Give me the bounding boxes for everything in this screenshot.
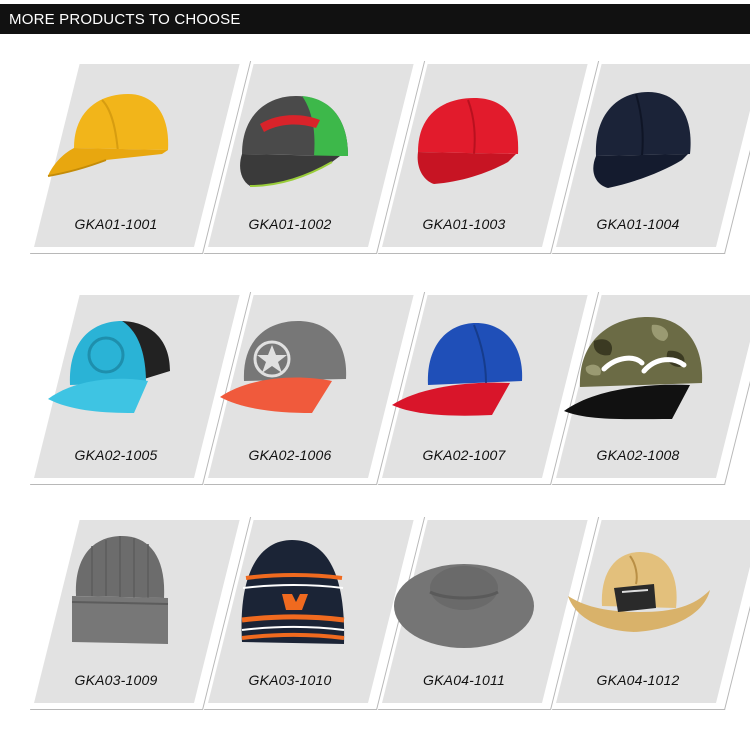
product-card[interactable]: GKA02-1006 (202, 291, 426, 493)
product-card[interactable]: GKA02-1005 (28, 291, 252, 493)
camo-cali-snapback-icon (564, 317, 703, 420)
striped-beanie-icon (241, 540, 345, 644)
product-card[interactable]: GKA03-1010 (202, 516, 426, 718)
grey-beanie-icon (71, 536, 169, 644)
blue-trucker-snapback-icon (48, 321, 170, 413)
grey-orange-star-snapback-icon (220, 321, 347, 413)
product-code: GKA02-1006 (248, 447, 332, 463)
product-code: GKA01-1001 (74, 216, 158, 232)
product-card[interactable]: GKA01-1004 (550, 60, 750, 262)
straw-cowboy-hat-icon (568, 552, 710, 632)
product-code: GKA01-1003 (422, 216, 506, 232)
blue-red-snapback-icon (392, 323, 523, 416)
navy-baseball-cap-icon (593, 92, 691, 188)
product-code: GKA02-1007 (422, 447, 506, 463)
product-code: GKA02-1008 (596, 447, 680, 463)
page-title: MORE PRODUCTS TO CHOOSE (9, 11, 241, 28)
product-card[interactable]: GKA01-1003 (376, 60, 600, 262)
yellow-baseball-cap-icon (47, 94, 169, 177)
product-code: GKA04-1011 (423, 672, 505, 688)
product-code: GKA03-1009 (74, 672, 158, 688)
product-card[interactable]: GKA02-1007 (376, 291, 600, 493)
product-code: GKA03-1010 (248, 672, 332, 688)
product-code: GKA04-1012 (596, 672, 680, 688)
grey-sun-hat-icon (394, 564, 534, 648)
product-card[interactable]: GKA04-1012 (550, 516, 750, 718)
header: MORE PRODUCTS TO CHOOSE (0, 0, 750, 38)
product-code: GKA01-1004 (596, 216, 680, 232)
product-card[interactable]: GKA01-1002 (202, 60, 426, 262)
product-card[interactable]: GKA02-1008 (550, 291, 750, 493)
product-code: GKA01-1002 (248, 216, 332, 232)
product-card[interactable]: GKA04-1011 (376, 516, 600, 718)
red-baseball-cap-icon (417, 98, 519, 184)
product-card[interactable]: GKA03-1009 (28, 516, 252, 718)
grey-green-trucker-cap-icon (240, 96, 348, 187)
product-code: GKA02-1005 (74, 447, 158, 463)
product-card[interactable]: GKA01-1001 (28, 60, 252, 262)
